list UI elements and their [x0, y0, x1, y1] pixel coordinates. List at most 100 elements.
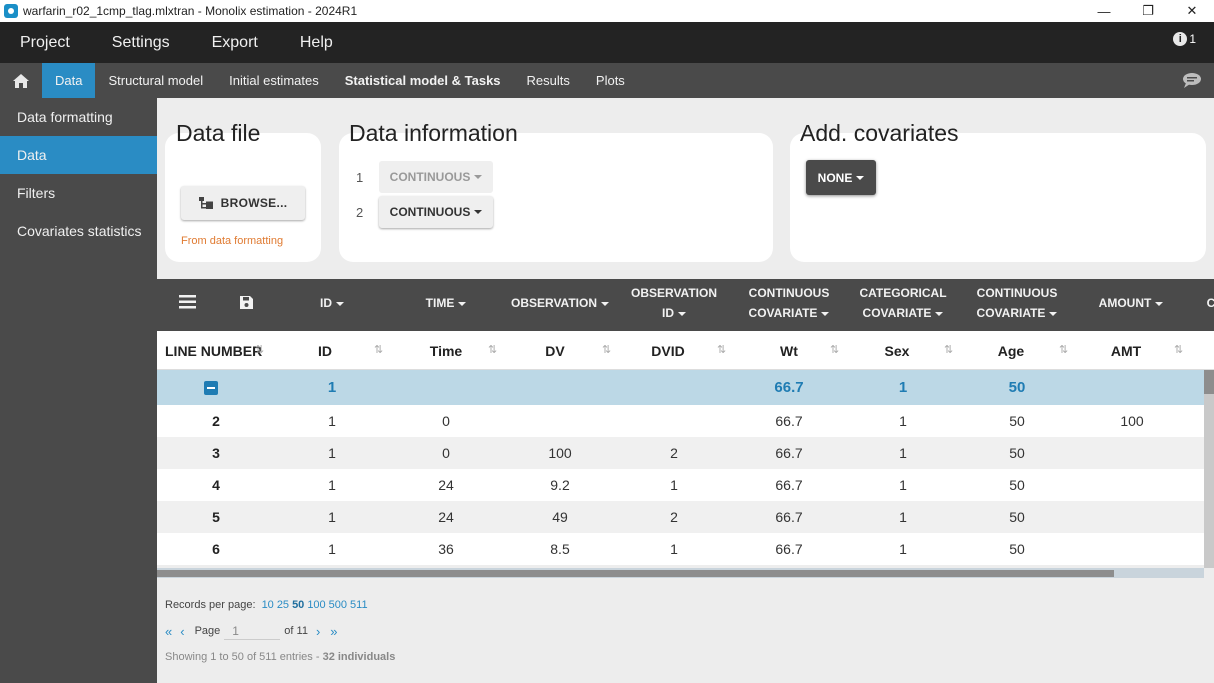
table-cell[interactable]: 1 [275, 469, 389, 501]
records-option[interactable]: 100 [307, 599, 325, 611]
table-cell[interactable]: 1 [275, 437, 389, 469]
column-type-dropdown[interactable]: CONTINUOUS COVARIATE [960, 283, 1074, 323]
sidebar-item-data-formatting[interactable]: Data formatting [0, 98, 157, 136]
tab-data[interactable]: Data [42, 63, 96, 98]
table-cell[interactable]: 0 [389, 437, 503, 469]
column-header[interactable]: DV [505, 331, 605, 370]
table-row[interactable]: 2 1 0 66.7 1 50 100 [157, 405, 1204, 437]
previous-page-button[interactable]: ‹ [180, 624, 184, 639]
add-covariate-dropdown[interactable]: NONE [806, 160, 876, 195]
column-header[interactable]: Age [961, 331, 1061, 370]
table-cell[interactable]: 49 [503, 501, 617, 533]
table-cell[interactable] [1075, 501, 1189, 533]
table-cell[interactable]: 100 [1075, 405, 1189, 437]
table-cell[interactable]: 24 [389, 501, 503, 533]
sort-icon[interactable]: ⇅ [255, 343, 264, 356]
tab-statistical-model-tasks[interactable]: Statistical model & Tasks [332, 63, 514, 98]
table-cell[interactable]: 36 [389, 533, 503, 565]
sidebar-item-filters[interactable]: Filters [0, 174, 157, 212]
close-button[interactable]: ✕ [1170, 0, 1214, 22]
table-cell[interactable]: 24 [389, 469, 503, 501]
menu-help[interactable]: Help [300, 34, 333, 52]
horizontal-scrollbar[interactable] [157, 568, 1204, 578]
column-header[interactable]: Sex [847, 331, 947, 370]
page-input[interactable]: 1 [224, 622, 281, 640]
table-cell[interactable]: 50 [960, 437, 1074, 469]
table-cell[interactable]: 1 [846, 501, 960, 533]
table-cell[interactable]: 66.7 [732, 501, 846, 533]
records-option[interactable]: 500 [329, 599, 347, 611]
minimize-button[interactable]: — [1082, 0, 1126, 22]
tab-plots[interactable]: Plots [583, 63, 638, 98]
maximize-button[interactable]: ❐ [1126, 0, 1170, 22]
column-type-dropdown[interactable]: ID [275, 293, 389, 313]
vertical-scroll-thumb[interactable] [1204, 370, 1214, 394]
table-cell[interactable]: 66.7 [732, 469, 846, 501]
records-option[interactable]: 50 [292, 599, 304, 611]
group-row[interactable]: 1 66.7 1 50 [157, 370, 1204, 405]
column-type-dropdown[interactable]: C [1206, 293, 1214, 313]
column-type-dropdown[interactable]: OBSERVATION [503, 293, 617, 313]
table-cell[interactable]: 100 [503, 437, 617, 469]
table-cell[interactable]: 1 [617, 533, 731, 565]
observation-type-dropdown-2[interactable]: CONTINUOUS [379, 196, 493, 228]
table-cell[interactable]: 0 [389, 405, 503, 437]
column-type-dropdown[interactable]: CONTINUOUS COVARIATE [732, 283, 846, 323]
table-cell[interactable] [503, 405, 617, 437]
table-cell[interactable]: 66.7 [732, 437, 846, 469]
sort-icon[interactable]: ⇅ [1174, 343, 1183, 356]
table-cell[interactable]: 50 [960, 501, 1074, 533]
next-page-button[interactable]: › [316, 624, 320, 639]
vertical-scrollbar[interactable] [1204, 370, 1214, 568]
menu-project[interactable]: Project [20, 34, 70, 52]
column-type-dropdown[interactable]: TIME [389, 293, 503, 313]
table-row[interactable]: 4 1 24 9.2 1 66.7 1 50 [157, 469, 1204, 501]
menu-icon[interactable] [179, 295, 196, 309]
table-cell[interactable]: 1 [617, 469, 731, 501]
column-header[interactable]: AMT [1076, 331, 1176, 370]
column-header[interactable]: Time [396, 331, 496, 370]
collapse-button[interactable] [157, 370, 264, 405]
table-cell[interactable]: 50 [960, 405, 1074, 437]
table-cell[interactable]: 2 [617, 437, 731, 469]
table-cell[interactable] [1075, 437, 1189, 469]
records-option[interactable]: 10 [262, 599, 274, 611]
table-cell[interactable]: 1 [275, 405, 389, 437]
table-cell[interactable] [1075, 469, 1189, 501]
table-cell[interactable]: 1 [846, 405, 960, 437]
sort-icon[interactable]: ⇅ [374, 343, 383, 356]
sidebar-item-data[interactable]: Data [0, 136, 157, 174]
table-cell[interactable] [1075, 533, 1189, 565]
records-option[interactable]: 511 [350, 599, 368, 611]
table-cell[interactable]: 50 [960, 533, 1074, 565]
sort-icon[interactable]: ⇅ [602, 343, 611, 356]
table-cell[interactable] [617, 405, 731, 437]
last-page-button[interactable]: » [330, 624, 337, 639]
table-row[interactable]: 5 1 24 49 2 66.7 1 50 [157, 501, 1204, 533]
sort-icon[interactable]: ⇅ [488, 343, 497, 356]
table-cell[interactable]: 1 [846, 469, 960, 501]
sort-icon[interactable]: ⇅ [830, 343, 839, 356]
table-cell[interactable]: 8.5 [503, 533, 617, 565]
table-cell[interactable]: 1 [846, 437, 960, 469]
table-cell[interactable]: 1 [275, 501, 389, 533]
column-header[interactable]: Wt [739, 331, 839, 370]
sort-icon[interactable]: ⇅ [1059, 343, 1068, 356]
table-cell[interactable]: 2 [617, 501, 731, 533]
menu-settings[interactable]: Settings [112, 34, 170, 52]
first-page-button[interactable]: « [165, 624, 172, 639]
column-type-dropdown[interactable]: CATEGORICAL COVARIATE [846, 283, 960, 323]
save-icon[interactable] [240, 296, 253, 309]
table-cell[interactable]: 66.7 [732, 405, 846, 437]
table-cell[interactable]: 66.7 [732, 533, 846, 565]
browse-button[interactable]: BROWSE... [181, 186, 305, 220]
observation-type-dropdown-1[interactable]: CONTINUOUS [379, 161, 493, 193]
table-cell[interactable]: 50 [960, 469, 1074, 501]
sort-icon[interactable]: ⇅ [717, 343, 726, 356]
menu-export[interactable]: Export [212, 34, 258, 52]
column-line-number[interactable]: LINE NUMBER [165, 331, 262, 370]
column-type-dropdown[interactable]: OBSERVATION ID [617, 283, 731, 323]
tab-results[interactable]: Results [514, 63, 583, 98]
sort-icon[interactable]: ⇅ [944, 343, 953, 356]
table-row[interactable]: 6 1 36 8.5 1 66.7 1 50 [157, 533, 1204, 565]
